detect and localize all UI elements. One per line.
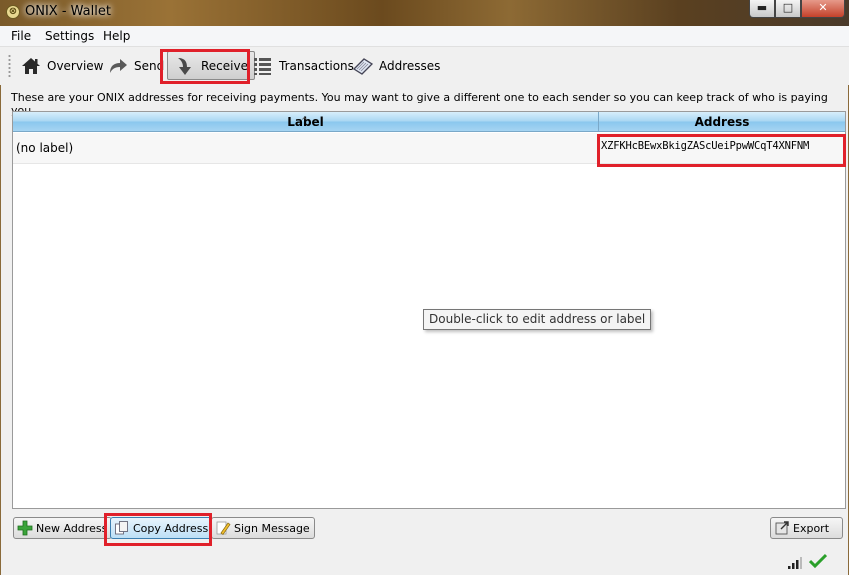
maximize-button[interactable]: □ [775,0,801,18]
addresses-label: Addresses [379,59,441,73]
send-button[interactable]: Send [107,52,164,80]
table-header: ^ Label Address [13,112,845,132]
title-bar: ⊗ ONIX - Wallet ▬ □ ✕ [0,0,849,26]
export-icon [774,520,790,536]
menu-settings[interactable]: Settings [45,29,94,43]
transactions-label: Transactions [279,59,354,73]
menu-bar: File Settings Help [0,26,849,47]
menu-file[interactable]: File [11,29,31,43]
address-book-icon [352,55,374,77]
menu-help[interactable]: Help [103,29,130,43]
receive-highlight-box [160,49,250,84]
column-header-label[interactable]: ^ Label [13,112,599,132]
toolbar: Overview Send Receive Transactions Addre… [0,47,849,85]
toolbar-grip[interactable] [8,54,11,78]
export-label: Export [793,521,830,535]
plus-icon [17,520,33,536]
export-button[interactable]: Export [770,517,843,539]
column-header-address[interactable]: Address [599,112,845,132]
sign-message-label: Sign Message [234,521,310,535]
status-bar [0,548,849,575]
close-button[interactable]: ✕ [801,0,845,18]
home-icon [20,55,42,77]
new-address-label: New Address [36,521,108,535]
pencil-icon [215,520,231,536]
onix-app-icon: ⊗ [6,5,20,19]
edit-tooltip: Double-click to edit address or label [423,309,652,330]
window-title: ONIX - Wallet [25,4,111,19]
copy-highlight-box [104,513,212,546]
sort-indicator-icon: ^ [301,116,308,125]
address-highlight-box [597,134,846,167]
transactions-button[interactable]: Transactions [252,52,354,80]
synced-check-icon[interactable] [808,553,828,572]
new-address-button[interactable]: New Address [13,517,113,539]
send-arrow-icon [107,55,129,77]
overview-label: Overview [47,59,104,73]
list-icon [252,55,274,77]
overview-button[interactable]: Overview [20,52,104,80]
connections-icon[interactable] [788,557,802,572]
sign-message-button[interactable]: Sign Message [211,517,315,539]
minimize-button[interactable]: ▬ [749,0,775,18]
row-label-cell[interactable]: (no label) [16,141,73,155]
addresses-button[interactable]: Addresses [352,52,440,80]
